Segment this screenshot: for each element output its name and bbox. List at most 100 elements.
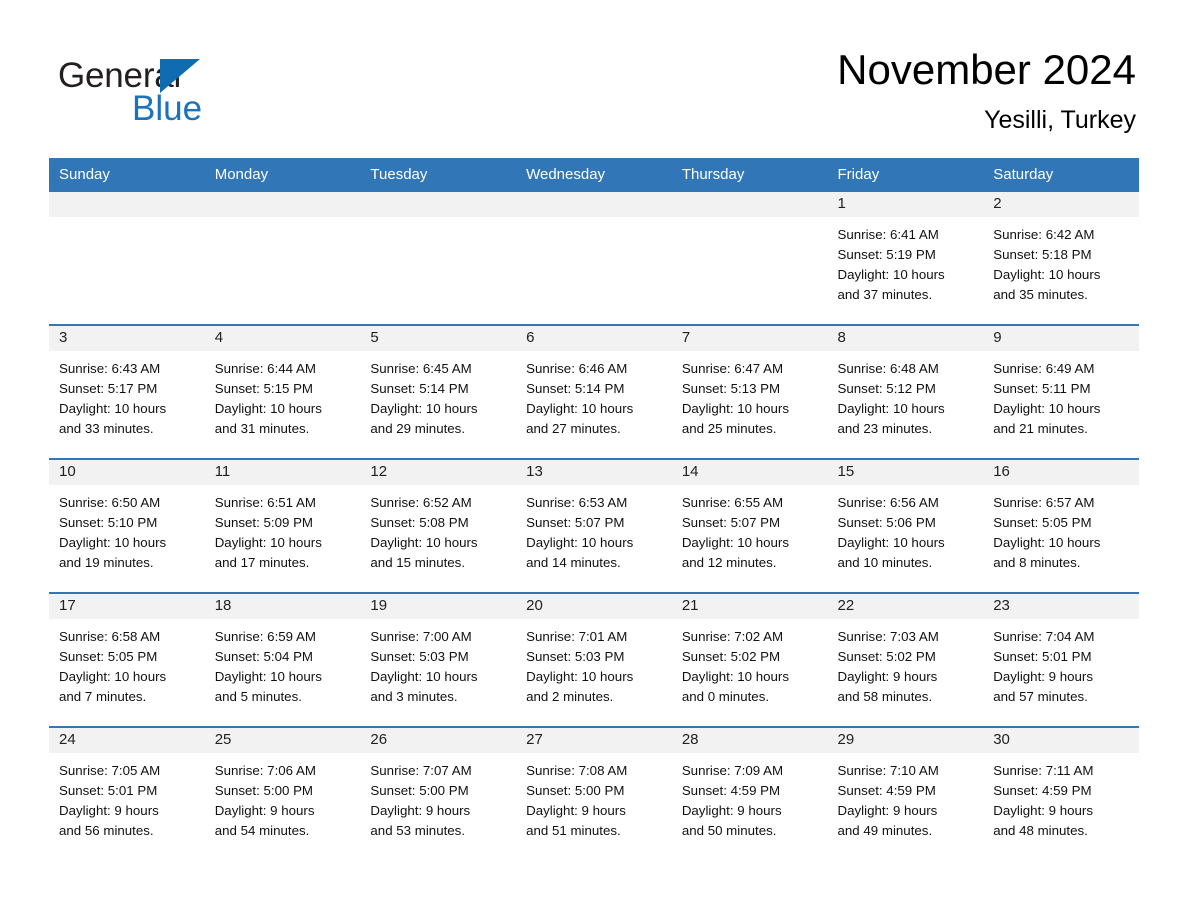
day-details: Sunrise: 6:57 AM Sunset: 5:05 PM Daylight:…: [983, 485, 1139, 573]
calendar-day-cell[interactable]: 10 Sunrise: 6:50 AM Sunset: 5:10 PM Dayligh…: [49, 458, 205, 593]
calendar-table: Sunday Monday Tuesday Wednesday Thursday Frid…: [49, 158, 1139, 861]
calendar-day-cell[interactable]: 14 Sunrise: 6:55 AM Sunset: 5:07 PM Dayligh…: [671, 458, 828, 593]
day-cell-inner: 2 Sunrise: 6:42 AM Sunset: 5:18 PM Daylight…: [983, 192, 1139, 324]
calendar-day-cell[interactable]: 21 Sunrise: 7:02 AM Sunset: 5:02 PM Dayligh…: [671, 592, 828, 727]
day-cell-inner: 7 Sunrise: 6:47 AM Sunset: 5:13 PM Daylight…: [671, 326, 828, 458]
sunset-text: Sunset: 5:01 PM: [993, 649, 1092, 664]
calendar-day-cell[interactable]: 15 Sunrise: 6:56 AM Sunset: 5:06 PM Dayligh…: [827, 458, 984, 593]
calendar-day-cell[interactable]: 9 Sunrise: 6:49 AM Sunset: 5:11 PM Daylight…: [983, 324, 1139, 459]
daylight-text-line2: and 56 minutes.: [59, 823, 154, 838]
calendar-day-cell[interactable]: 23 Sunrise: 7:04 AM Sunset: 5:01 PM Dayligh…: [983, 592, 1139, 727]
calendar-day-cell[interactable]: 13 Sunrise: 6:53 AM Sunset: 5:07 PM Dayligh…: [516, 458, 672, 593]
sunset-text: Sunset: 5:11 PM: [993, 381, 1091, 396]
weekday-header-saturday: Saturday: [983, 158, 1139, 192]
day-details: Sunrise: 7:07 AM Sunset: 5:00 PM Daylight:…: [360, 753, 516, 841]
day-number: 11: [204, 460, 361, 485]
sunset-text: Sunset: 4:59 PM: [837, 783, 936, 798]
daylight-text-line2: and 27 minutes.: [526, 421, 621, 436]
daylight-text-line1: Daylight: 10 hours: [837, 535, 945, 550]
sunset-text: Sunset: 5:18 PM: [993, 247, 1092, 262]
sunrise-text: Sunrise: 6:44 AM: [214, 361, 316, 376]
daylight-text-line2: and 17 minutes.: [214, 555, 310, 570]
day-cell-inner: 11 Sunrise: 6:51 AM Sunset: 5:09 PM Dayligh…: [204, 460, 361, 592]
calendar-day-cell[interactable]: 20 Sunrise: 7:01 AM Sunset: 5:03 PM Dayligh…: [516, 592, 672, 727]
calendar-day-cell[interactable]: 19 Sunrise: 7:00 AM Sunset: 5:03 PM Dayligh…: [360, 592, 517, 727]
day-details: Sunrise: 7:08 AM Sunset: 5:00 PM Daylight:…: [516, 753, 672, 841]
calendar-day-cell[interactable]: 17 Sunrise: 6:58 AM Sunset: 5:05 PM Dayligh…: [49, 592, 205, 727]
day-details: Sunrise: 7:10 AM Sunset: 4:59 PM Daylight:…: [828, 753, 984, 841]
sunset-text: Sunset: 5:15 PM: [214, 381, 314, 396]
calendar-day-cell[interactable]: 11 Sunrise: 6:51 AM Sunset: 5:09 PM Dayligh…: [204, 458, 361, 593]
daylight-text-line2: and 33 minutes.: [59, 421, 154, 436]
sunset-text: Sunset: 5:14 PM: [370, 381, 469, 396]
day-cell-inner: [516, 192, 672, 324]
calendar-week-row: 17 Sunrise: 6:58 AM Sunset: 5:05 PM Dayligh…: [49, 592, 1139, 727]
sunset-text: Sunset: 5:03 PM: [526, 649, 625, 664]
sunset-text: Sunset: 5:02 PM: [837, 649, 936, 664]
daylight-text-line1: Daylight: 10 hours: [59, 401, 167, 416]
day-cell-inner: 21 Sunrise: 7:02 AM Sunset: 5:02 PM Dayligh…: [671, 594, 828, 726]
calendar-day-cell[interactable]: 27 Sunrise: 7:08 AM Sunset: 5:00 PM Dayligh…: [516, 726, 672, 861]
day-details: Sunrise: 7:03 AM Sunset: 5:02 PM Daylight:…: [828, 619, 984, 707]
day-details: Sunrise: 6:41 AM Sunset: 5:19 PM Daylight:…: [828, 217, 984, 305]
sunrise-text: Sunrise: 7:10 AM: [837, 763, 939, 778]
day-cell-inner: 28 Sunrise: 7:09 AM Sunset: 4:59 PM Dayligh…: [671, 728, 828, 861]
sunset-text: Sunset: 5:00 PM: [526, 783, 625, 798]
day-number: 25: [204, 728, 361, 753]
sunset-text: Sunset: 5:10 PM: [59, 515, 158, 530]
calendar-day-cell[interactable]: 18 Sunrise: 6:59 AM Sunset: 5:04 PM Dayligh…: [204, 592, 361, 727]
sunrise-text: Sunrise: 6:43 AM: [59, 361, 161, 376]
calendar-day-cell[interactable]: 4 Sunrise: 6:44 AM Sunset: 5:15 PM Daylight…: [204, 324, 361, 459]
calendar-day-cell[interactable]: 28 Sunrise: 7:09 AM Sunset: 4:59 PM Dayligh…: [671, 726, 828, 861]
calendar-day-cell[interactable]: 22 Sunrise: 7:03 AM Sunset: 5:02 PM Dayligh…: [827, 592, 984, 727]
day-number: 15: [827, 460, 984, 485]
day-cell-inner: 19 Sunrise: 7:00 AM Sunset: 5:03 PM Dayligh…: [360, 594, 517, 726]
day-cell-inner: 12 Sunrise: 6:52 AM Sunset: 5:08 PM Dayligh…: [360, 460, 517, 592]
sunset-text: Sunset: 5:19 PM: [837, 247, 936, 262]
day-details: Sunrise: 6:48 AM Sunset: 5:12 PM Daylight:…: [828, 351, 984, 439]
sunrise-text: Sunrise: 6:42 AM: [993, 227, 1095, 242]
calendar-day-cell[interactable]: 16 Sunrise: 6:57 AM Sunset: 5:05 PM Dayligh…: [983, 458, 1139, 593]
calendar-day-cell[interactable]: 24 Sunrise: 7:05 AM Sunset: 5:01 PM Dayligh…: [49, 726, 205, 861]
calendar-day-cell[interactable]: 1 Sunrise: 6:41 AM Sunset: 5:19 PM Daylight…: [827, 192, 984, 325]
daylight-text-line1: Daylight: 9 hours: [837, 669, 938, 684]
day-details: Sunrise: 7:02 AM Sunset: 5:02 PM Daylight:…: [672, 619, 828, 707]
calendar-day-cell[interactable]: 30 Sunrise: 7:11 AM Sunset: 4:59 PM Dayligh…: [983, 726, 1139, 861]
day-number: 14: [671, 460, 828, 485]
day-number: [671, 192, 828, 217]
calendar-day-cell[interactable]: 29 Sunrise: 7:10 AM Sunset: 4:59 PM Dayligh…: [827, 726, 984, 861]
day-details: Sunrise: 7:04 AM Sunset: 5:01 PM Daylight:…: [983, 619, 1139, 707]
day-cell-inner: 6 Sunrise: 6:46 AM Sunset: 5:14 PM Daylight…: [516, 326, 672, 458]
sunset-text: Sunset: 5:04 PM: [214, 649, 314, 664]
calendar-day-cell[interactable]: 3 Sunrise: 6:43 AM Sunset: 5:17 PM Daylight…: [49, 324, 205, 459]
sunrise-text: Sunrise: 6:45 AM: [370, 361, 472, 376]
calendar-day-cell[interactable]: 5 Sunrise: 6:45 AM Sunset: 5:14 PM Daylight…: [360, 324, 517, 459]
calendar-day-cell[interactable]: 8 Sunrise: 6:48 AM Sunset: 5:12 PM Daylight…: [827, 324, 984, 459]
sunset-text: Sunset: 5:03 PM: [370, 649, 469, 664]
calendar-day-cell[interactable]: 2 Sunrise: 6:42 AM Sunset: 5:18 PM Daylight…: [983, 192, 1139, 325]
calendar-day-cell[interactable]: 7 Sunrise: 6:47 AM Sunset: 5:13 PM Daylight…: [671, 324, 828, 459]
daylight-text-line2: and 25 minutes.: [681, 421, 777, 436]
calendar-day-cell[interactable]: 6 Sunrise: 6:46 AM Sunset: 5:14 PM Daylight…: [516, 324, 672, 459]
sunrise-text: Sunrise: 7:02 AM: [681, 629, 784, 644]
day-cell-inner: 15 Sunrise: 6:56 AM Sunset: 5:06 PM Dayligh…: [827, 460, 984, 592]
daylight-text-line2: and 53 minutes.: [370, 823, 466, 838]
daylight-text-line1: Daylight: 10 hours: [214, 401, 322, 416]
daylight-text-line2: and 5 minutes.: [214, 689, 302, 704]
sunrise-text: Sunrise: 6:58 AM: [59, 629, 161, 644]
daylight-text-line1: Daylight: 10 hours: [993, 535, 1101, 550]
page-header: General Blue November 2024 Yesilli, Turk…: [0, 0, 1188, 158]
daylight-text-line2: and 35 minutes.: [993, 287, 1088, 302]
day-cell-inner: 20 Sunrise: 7:01 AM Sunset: 5:03 PM Dayligh…: [516, 594, 672, 726]
calendar-day-cell[interactable]: 26 Sunrise: 7:07 AM Sunset: 5:00 PM Dayligh…: [360, 726, 517, 861]
day-number: 10: [49, 460, 205, 485]
calendar-day-cell[interactable]: 12 Sunrise: 6:52 AM Sunset: 5:08 PM Dayligh…: [360, 458, 517, 593]
daylight-text-line1: Daylight: 9 hours: [59, 803, 159, 818]
sunset-text: Sunset: 5:01 PM: [59, 783, 158, 798]
sunset-text: Sunset: 5:07 PM: [681, 515, 781, 530]
day-details: Sunrise: 6:58 AM Sunset: 5:05 PM Daylight:…: [49, 619, 205, 707]
calendar-day-cell[interactable]: 25 Sunrise: 7:06 AM Sunset: 5:00 PM Dayligh…: [204, 726, 361, 861]
day-number: 22: [827, 594, 984, 619]
daylight-text-line1: Daylight: 10 hours: [681, 535, 789, 550]
daylight-text-line1: Daylight: 10 hours: [993, 401, 1101, 416]
